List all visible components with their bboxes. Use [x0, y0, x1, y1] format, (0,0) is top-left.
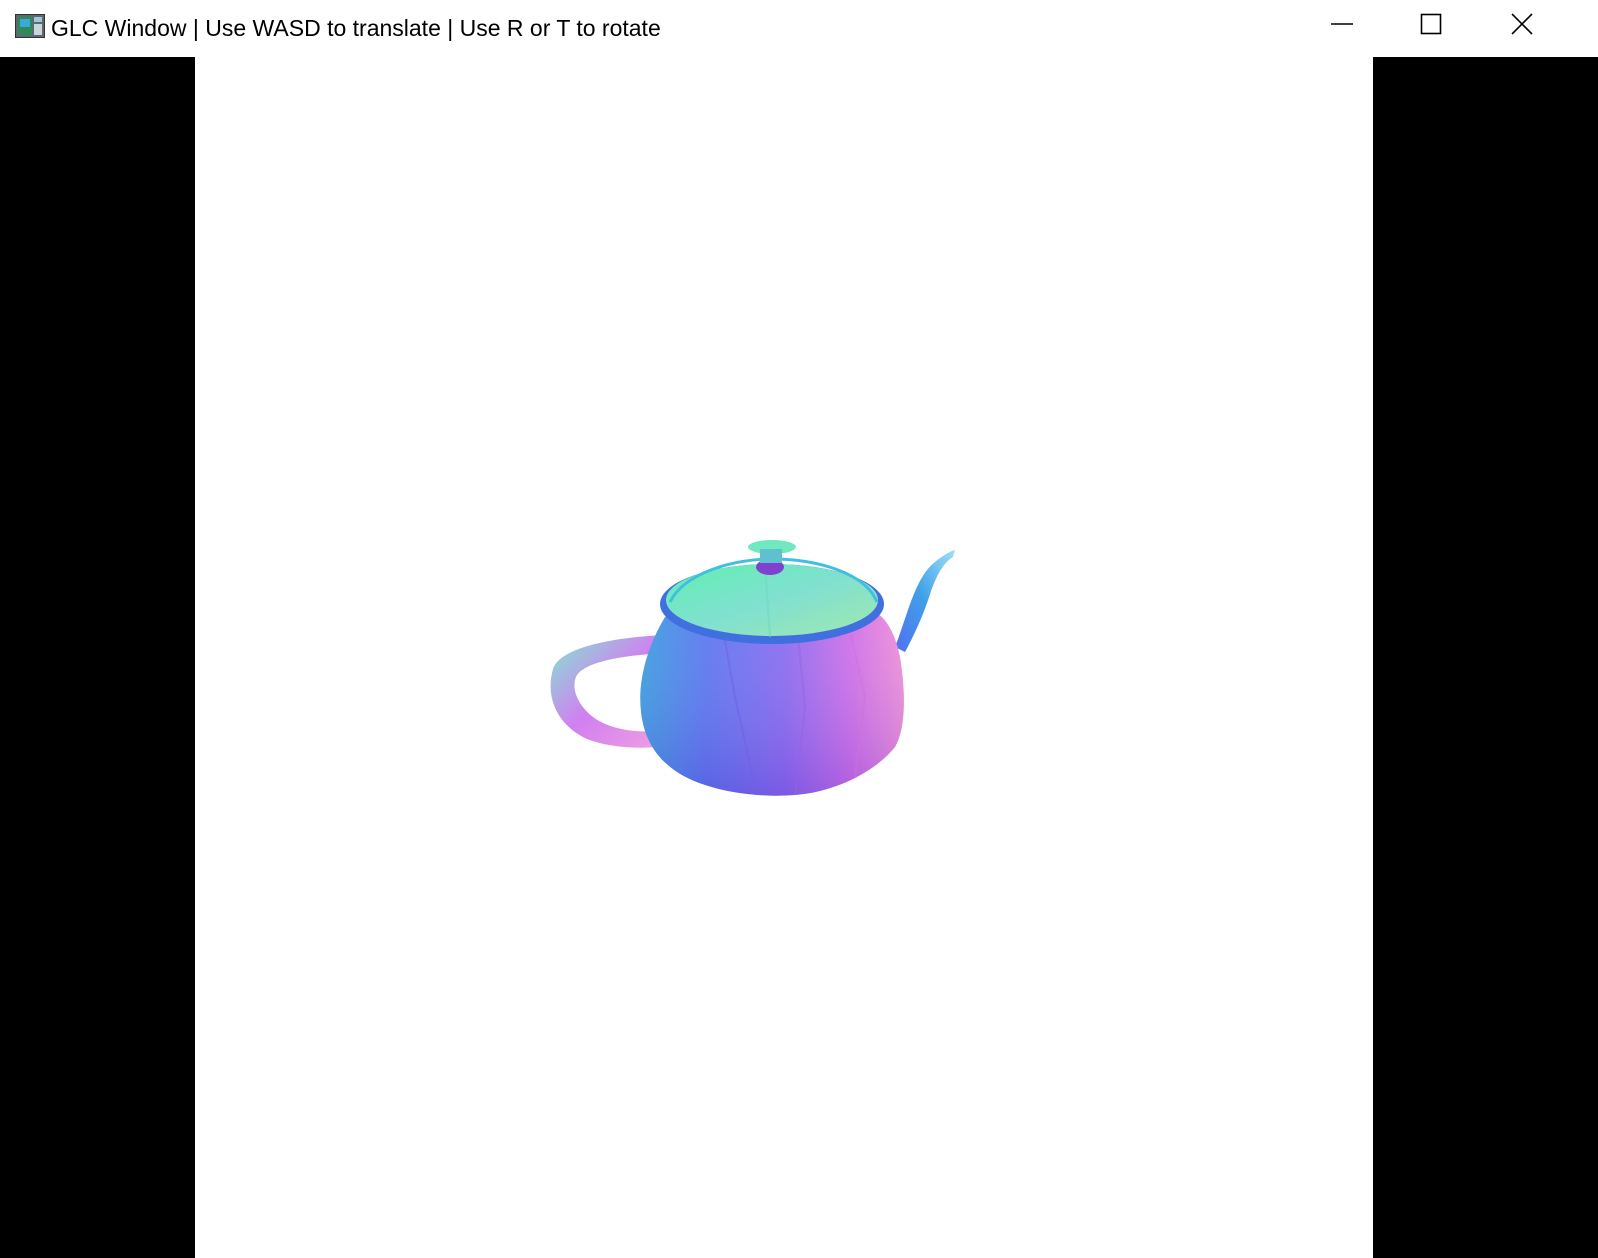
close-button[interactable]: [1477, 0, 1567, 52]
teapot-lid: [660, 540, 884, 644]
teapot-render: [550, 540, 955, 796]
title-bar[interactable]: GLC Window | Use WASD to translate | Use…: [0, 0, 1598, 57]
minimize-button[interactable]: [1297, 0, 1387, 52]
teapot-spout: [895, 550, 955, 652]
maximize-icon: [1420, 13, 1442, 40]
app-window-icon: [15, 14, 45, 38]
render-canvas[interactable]: [195, 57, 1373, 1258]
close-icon: [1511, 12, 1533, 40]
maximize-button[interactable]: [1386, 0, 1476, 52]
minimize-icon: [1331, 13, 1353, 40]
render-viewport[interactable]: [0, 57, 1598, 1258]
window-title: GLC Window | Use WASD to translate | Use…: [51, 15, 661, 41]
glc-window: GLC Window | Use WASD to translate | Use…: [0, 0, 1598, 1258]
